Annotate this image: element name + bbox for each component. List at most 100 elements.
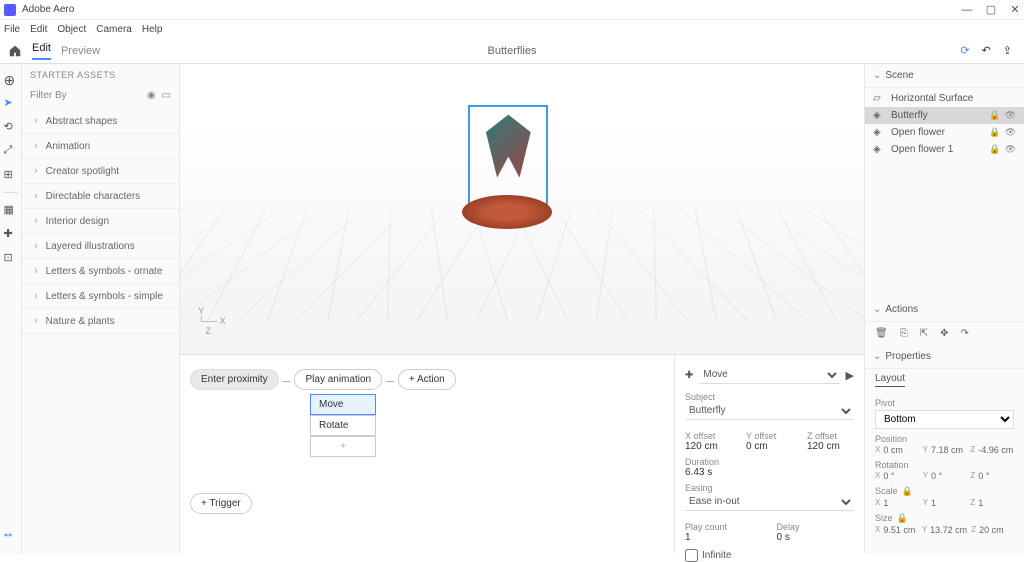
properties-section-header[interactable]: Properties xyxy=(865,345,1024,369)
delay-value[interactable]: 0 s xyxy=(777,532,855,543)
copy-action-icon[interactable]: ⎘ xyxy=(900,328,908,339)
trigger-chip[interactable]: Enter proximity xyxy=(190,369,279,390)
redo-action-icon[interactable]: ↷ xyxy=(960,328,968,339)
action-chip[interactable]: Play animation xyxy=(294,369,382,390)
rotation-x[interactable]: X0 ° xyxy=(875,471,919,481)
scene-item-surface[interactable]: ▱ Horizontal Surface xyxy=(865,90,1024,107)
starter-assets-panel: STARTER ASSETS Filter By ◉ ▭ Abstract sh… xyxy=(22,64,180,554)
lock-icon[interactable]: 🔒 xyxy=(897,513,908,523)
rotation-z[interactable]: Z0 ° xyxy=(970,471,1014,481)
x-offset-value[interactable]: 120 cm xyxy=(685,441,732,452)
undo-icon[interactable]: ↶ xyxy=(982,44,991,57)
select-tool-icon[interactable]: ➤ xyxy=(4,96,18,110)
duration-value[interactable]: 6.43 s xyxy=(685,467,854,478)
filter-label: Filter By xyxy=(30,90,67,101)
behavior-action-rotate[interactable]: Rotate xyxy=(310,415,376,436)
size-z[interactable]: Z20 cm xyxy=(971,525,1014,535)
surface-icon: ▱ xyxy=(873,93,885,104)
visibility-icon[interactable]: 👁 xyxy=(1005,127,1016,138)
pivot-select[interactable]: Bottom xyxy=(875,410,1014,429)
filter-image-icon[interactable]: ▭ xyxy=(162,90,171,101)
position-z[interactable]: Z-4.96 cm xyxy=(970,445,1014,455)
menu-object[interactable]: Object xyxy=(57,24,86,35)
visibility-icon[interactable]: 👁 xyxy=(1005,144,1016,155)
position-y[interactable]: Y7.18 cm xyxy=(923,445,967,455)
app-title: Adobe Aero xyxy=(22,4,74,15)
easing-label: Easing xyxy=(685,483,854,493)
menu-camera[interactable]: Camera xyxy=(96,24,132,35)
home-icon[interactable] xyxy=(8,44,22,58)
play-count-value[interactable]: 1 xyxy=(685,532,763,543)
add-action-chip[interactable]: + Action xyxy=(398,369,456,390)
crop-tool-icon[interactable]: ▦ xyxy=(4,203,18,217)
preview-play-icon[interactable]: ▶ xyxy=(846,369,854,382)
asset-category[interactable]: Interior design xyxy=(22,209,179,234)
share-icon[interactable]: ⇪ xyxy=(1003,44,1012,57)
minimize-button[interactable]: — xyxy=(962,5,972,15)
behavior-type-select[interactable]: Move xyxy=(699,366,839,384)
lock-icon[interactable]: 🔒 xyxy=(989,144,1000,155)
asset-category[interactable]: Directable characters xyxy=(22,184,179,209)
z-offset-value[interactable]: 120 cm xyxy=(807,441,854,452)
delete-action-icon[interactable]: 🗑 xyxy=(875,328,888,339)
asset-category[interactable]: Creator spotlight xyxy=(22,159,179,184)
left-toolbar: ⊕ ➤ ⟲ ⤢ ⊞ ▦ ✚ ⊡ ᕯ xyxy=(0,64,22,554)
rotation-label: Rotation xyxy=(875,460,1014,470)
asset-icon: ◈ xyxy=(873,110,885,121)
menu-help[interactable]: Help xyxy=(142,24,163,35)
lock-icon[interactable]: 🔒 xyxy=(902,486,913,496)
scene-item-flower-1[interactable]: ◈ Open flower 1 🔒👁 xyxy=(865,141,1024,158)
add-tool-icon[interactable]: ⊕ xyxy=(4,72,18,86)
scale-z[interactable]: Z1 xyxy=(970,498,1014,508)
run-tool-icon[interactable]: ᕯ xyxy=(4,532,18,546)
asset-category[interactable]: Nature & plants xyxy=(22,309,179,334)
chip-connector: – xyxy=(283,372,291,388)
lock-icon[interactable]: 🔒 xyxy=(989,110,1000,121)
asset-category[interactable]: Layered illustrations xyxy=(22,234,179,259)
asset-category[interactable]: Abstract shapes xyxy=(22,109,179,134)
selected-object[interactable] xyxy=(468,105,548,205)
viewport[interactable]: Y└── X Z xyxy=(180,64,864,354)
menu-file[interactable]: File xyxy=(4,24,20,35)
size-x[interactable]: X9.51 cm xyxy=(875,525,918,535)
asset-category[interactable]: Letters & symbols - simple xyxy=(22,284,179,309)
maximize-button[interactable]: ▢ xyxy=(986,5,996,15)
infinite-checkbox[interactable] xyxy=(685,549,698,562)
visibility-icon[interactable]: 👁 xyxy=(1005,110,1016,121)
scene-item-flower[interactable]: ◈ Open flower 🔒👁 xyxy=(865,124,1024,141)
scale-x[interactable]: X1 xyxy=(875,498,919,508)
scene-item-butterfly[interactable]: ◈ Butterfly 🔒👁 xyxy=(865,107,1024,124)
position-x[interactable]: X0 cm xyxy=(875,445,919,455)
asset-category[interactable]: Animation xyxy=(22,134,179,159)
starter-assets-header: STARTER ASSETS xyxy=(22,64,179,86)
tab-preview[interactable]: Preview xyxy=(61,45,100,57)
scene-section-header[interactable]: Scene xyxy=(865,64,1024,88)
menu-edit[interactable]: Edit xyxy=(30,24,47,35)
asset-category[interactable]: Letters & symbols - ornate xyxy=(22,259,179,284)
y-offset-value[interactable]: 0 cm xyxy=(746,441,793,452)
easing-select[interactable]: Ease in-out xyxy=(685,493,854,511)
rotate-tool-icon[interactable]: ⟲ xyxy=(4,120,18,134)
placeholder-tool-icon[interactable]: ⊡ xyxy=(4,251,18,265)
attach-action-icon[interactable]: ⇱ xyxy=(920,328,928,339)
snap-tool-icon[interactable]: ⊞ xyxy=(4,168,18,182)
rotation-y[interactable]: Y0 ° xyxy=(923,471,967,481)
play-count-label: Play count xyxy=(685,522,763,532)
subject-select[interactable]: Butterfly xyxy=(685,402,854,420)
refresh-icon[interactable]: ⟳ xyxy=(960,44,969,57)
lock-icon[interactable]: 🔒 xyxy=(989,127,1000,138)
tab-edit[interactable]: Edit xyxy=(32,42,51,60)
add-trigger-chip[interactable]: + Trigger xyxy=(190,493,252,514)
filter-globe-icon[interactable]: ◉ xyxy=(147,90,156,101)
expand-action-icon[interactable]: ✥ xyxy=(940,328,948,339)
actions-section-header[interactable]: Actions xyxy=(865,298,1024,322)
close-button[interactable]: ✕ xyxy=(1010,5,1020,15)
scale-y[interactable]: Y1 xyxy=(923,498,967,508)
move-tool-icon[interactable]: ✚ xyxy=(4,227,18,241)
behavior-action-add[interactable]: + xyxy=(310,436,376,457)
behavior-action-move[interactable]: Move xyxy=(310,394,376,415)
flower-mesh xyxy=(462,195,552,229)
layout-tab[interactable]: Layout xyxy=(875,373,905,387)
size-y[interactable]: Y13.72 cm xyxy=(922,525,967,535)
scale-tool-icon[interactable]: ⤢ xyxy=(4,144,18,158)
